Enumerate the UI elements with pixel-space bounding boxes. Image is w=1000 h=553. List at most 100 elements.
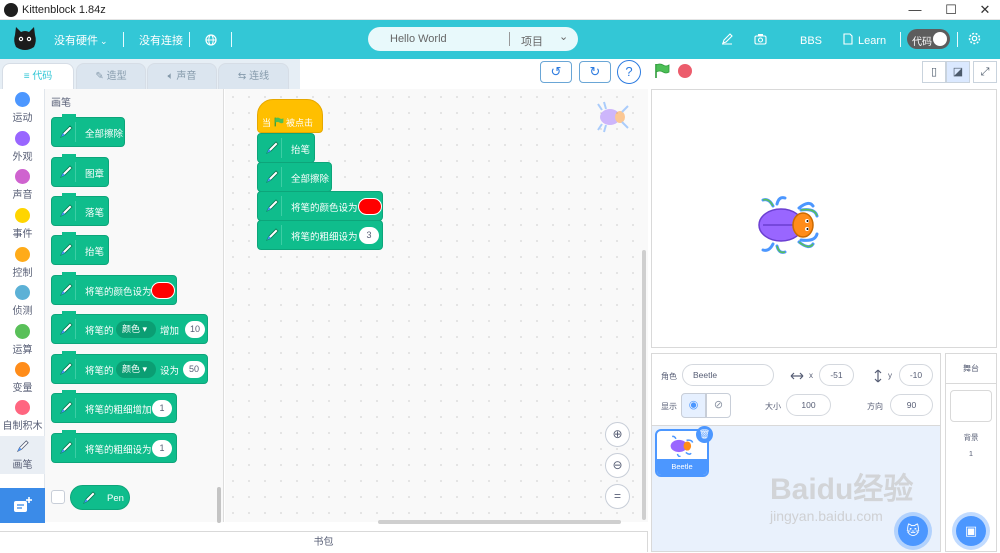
- workspace-vertical-scrollbar[interactable]: [642, 250, 646, 520]
- beetle-sprite-icon[interactable]: [755, 196, 823, 254]
- reporter-checkbox[interactable]: [51, 490, 65, 504]
- hardware-chevron-icon[interactable]: ⌄: [100, 20, 108, 59]
- category-item[interactable]: 运动: [0, 89, 45, 127]
- script-pen-up-block[interactable]: 抬笔: [257, 133, 315, 163]
- camera-icon[interactable]: [754, 33, 767, 45]
- param-dropdown[interactable]: 颜色 ▾: [116, 361, 156, 378]
- green-flag-icon[interactable]: [654, 63, 670, 79]
- tab-code[interactable]: ≡ 代码: [2, 63, 74, 89]
- param-dropdown[interactable]: 颜色 ▾: [116, 321, 156, 338]
- sprite-watermark-icon: [597, 101, 629, 133]
- size-input[interactable]: 100: [786, 394, 831, 416]
- maximize-button[interactable]: ☐: [936, 0, 966, 20]
- project-chevron-icon[interactable]: ⌄: [559, 30, 568, 43]
- add-backdrop-button[interactable]: ▣: [956, 516, 986, 546]
- minimize-button[interactable]: —: [900, 0, 930, 20]
- wiring-icon: ⇆: [237, 71, 250, 82]
- project-name-input[interactable]: Hello World: [390, 33, 447, 45]
- number-input[interactable]: 50: [183, 361, 205, 378]
- stage-canvas[interactable]: [651, 89, 997, 348]
- category-item[interactable]: 事件: [0, 205, 45, 243]
- category-item[interactable]: 声音: [0, 166, 45, 204]
- zoom-out-icon: ⊖: [612, 458, 623, 472]
- fullscreen-button[interactable]: ⤢: [973, 61, 997, 83]
- code-mode-toggle[interactable]: 代码: [907, 29, 950, 49]
- learn-book-icon[interactable]: [843, 33, 853, 45]
- stop-button[interactable]: [678, 64, 692, 78]
- category-item[interactable]: 自制积木: [0, 397, 45, 435]
- learn-link[interactable]: Learn: [858, 20, 886, 59]
- small-stage-button[interactable]: ▯: [922, 61, 946, 83]
- add-extension-button[interactable]: [0, 488, 45, 523]
- pen-down-block[interactable]: 落笔: [51, 193, 109, 226]
- zoom-reset-button[interactable]: =: [605, 484, 630, 509]
- dropdown-arrow-icon: ▾: [142, 324, 148, 334]
- change-pen-param-block[interactable]: 将笔的 颜色 ▾ 增加 10: [51, 311, 208, 344]
- number-input[interactable]: 1: [152, 440, 172, 457]
- tab-costumes[interactable]: ✎ 造型: [76, 63, 146, 89]
- edit-pencil-icon[interactable]: [721, 33, 733, 45]
- zoom-out-button[interactable]: ⊖: [605, 453, 630, 478]
- color-picker[interactable]: [358, 198, 382, 215]
- pen-icon: [56, 398, 76, 418]
- pen-reporter-block[interactable]: Pen: [70, 485, 130, 510]
- backpack-bar[interactable]: 书包: [0, 531, 648, 552]
- category-label: 自制积木: [2, 421, 43, 432]
- delete-sprite-button[interactable]: 🗑︎: [696, 426, 713, 443]
- when-flag-clicked-block[interactable]: 当 被点击: [257, 99, 323, 133]
- show-visible-button[interactable]: ◉: [681, 393, 706, 418]
- number-input[interactable]: 10: [185, 321, 205, 338]
- add-sprite-button[interactable]: 🐱︎: [898, 516, 928, 546]
- show-hidden-button[interactable]: ⊘: [706, 393, 731, 418]
- sprite-name-input[interactable]: Beetle: [682, 364, 774, 386]
- close-button[interactable]: ✕: [970, 0, 1000, 20]
- pen-icon: [262, 138, 282, 158]
- x-input[interactable]: -51: [819, 364, 854, 386]
- y-input[interactable]: -10: [899, 364, 933, 386]
- kittenblock-logo-icon[interactable]: [12, 25, 38, 53]
- category-item[interactable]: 侦测: [0, 282, 45, 320]
- workspace-horizontal-scrollbar[interactable]: [378, 520, 621, 524]
- window-titlebar: Kittenblock 1.84z — ☐ ✕: [0, 0, 1000, 20]
- backdrop-thumbnail[interactable]: [950, 390, 992, 422]
- set-pen-size-block[interactable]: 将笔的粗细设为 1: [51, 430, 177, 463]
- color-picker[interactable]: [151, 282, 175, 299]
- block-notch: [62, 390, 76, 395]
- undo-button[interactable]: ↺: [540, 61, 572, 83]
- script-clear-block[interactable]: 全部擦除: [257, 162, 332, 192]
- pen-up-block[interactable]: 抬笔: [51, 232, 109, 265]
- category-dot-icon: [15, 362, 30, 377]
- connection-menu[interactable]: 没有连接: [139, 20, 183, 59]
- large-stage-button[interactable]: ◪: [946, 61, 970, 83]
- tab-sounds[interactable]: 🔈︎ 声音: [147, 63, 217, 89]
- number-input[interactable]: 3: [359, 227, 379, 244]
- tab-wiring[interactable]: ⇆ 连线: [218, 63, 289, 89]
- set-pen-color-block[interactable]: 将笔的颜色设为: [51, 272, 177, 305]
- beetle-thumbnail-icon: [670, 435, 694, 457]
- redo-button[interactable]: ↻: [579, 61, 611, 83]
- category-item[interactable]: 变量: [0, 359, 45, 397]
- category-item[interactable]: 运算: [0, 321, 45, 359]
- show-label: 显示: [661, 402, 677, 411]
- stamp-block[interactable]: 图章: [51, 154, 109, 187]
- palette-scrollbar[interactable]: [217, 487, 221, 523]
- direction-input[interactable]: 90: [890, 394, 933, 416]
- bbs-link[interactable]: BBS: [800, 20, 822, 59]
- category-item[interactable]: 外观: [0, 128, 45, 166]
- category-item[interactable]: 画笔: [0, 436, 45, 474]
- change-pen-size-block[interactable]: 将笔的粗细增加 1: [51, 390, 177, 423]
- clear-block[interactable]: 全部擦除: [51, 114, 125, 147]
- hardware-menu[interactable]: 没有硬件: [54, 20, 98, 59]
- category-item[interactable]: 控制: [0, 244, 45, 282]
- x-label: x: [809, 371, 813, 380]
- number-input[interactable]: 1: [152, 400, 172, 417]
- script-set-pen-color-block[interactable]: 将笔的颜色设为: [257, 191, 383, 221]
- settings-gear-icon[interactable]: [968, 32, 981, 45]
- language-globe-icon[interactable]: [205, 34, 217, 46]
- project-menu[interactable]: 项目: [521, 33, 543, 49]
- script-set-pen-size-block[interactable]: 将笔的粗细设为 3: [257, 220, 383, 250]
- help-button[interactable]: ?: [617, 60, 641, 84]
- pen-icon: [56, 359, 76, 379]
- zoom-in-button[interactable]: ⊕: [605, 422, 630, 447]
- set-pen-param-block[interactable]: 将笔的 颜色 ▾ 设为 50: [51, 351, 208, 384]
